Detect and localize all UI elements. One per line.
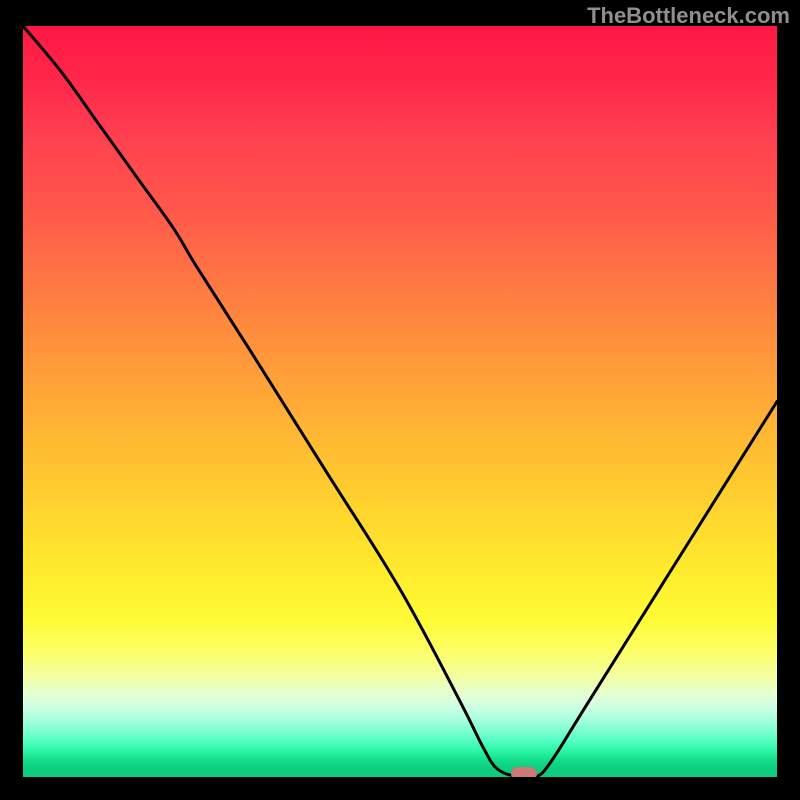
bottleneck-curve: [23, 26, 777, 777]
plot-area: [23, 26, 777, 777]
attribution-text: TheBottleneck.com: [587, 3, 790, 29]
chart-frame: TheBottleneck.com: [0, 0, 800, 800]
curve-layer: [23, 26, 777, 777]
optimal-marker: [511, 767, 537, 777]
